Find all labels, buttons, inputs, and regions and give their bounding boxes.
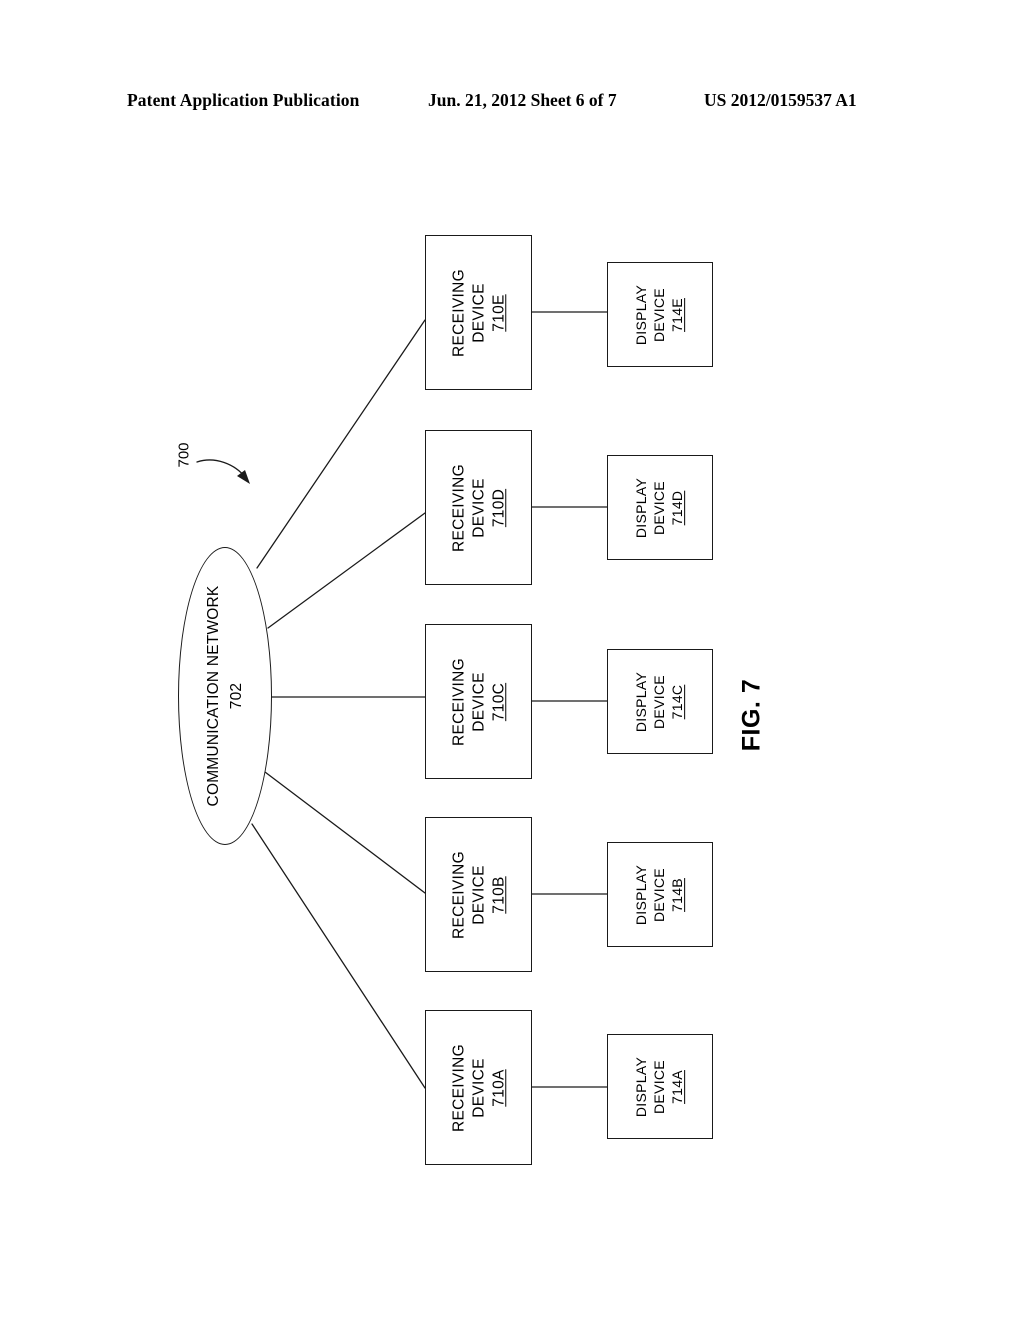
- receiving-device-710a[interactable]: RECEIVING DEVICE 710A: [425, 1010, 532, 1165]
- display-device-714a-text: DISPLAY DEVICE 714A: [633, 1056, 687, 1116]
- display-device-714b-line2: DEVICE: [651, 867, 668, 922]
- receiving-device-710c-ref: 710C: [489, 682, 507, 721]
- link-network-to-710e: [256, 319, 426, 569]
- receiving-device-710c[interactable]: RECEIVING DEVICE 710C: [425, 624, 532, 779]
- receiving-device-710b-line1: RECEIVING: [449, 850, 467, 939]
- display-device-714e-line2: DEVICE: [651, 287, 668, 342]
- display-device-714d-text: DISPLAY DEVICE 714D: [633, 477, 687, 537]
- receiving-device-710d-text: RECEIVING DEVICE 710D: [449, 464, 508, 552]
- display-device-714b-line1: DISPLAY: [633, 864, 650, 925]
- receiving-device-710d-ref: 710D: [489, 488, 507, 527]
- display-device-714c-ref: 714C: [668, 684, 685, 719]
- receiving-device-710e-text: RECEIVING DEVICE 710E: [449, 269, 508, 357]
- receiving-device-710b[interactable]: RECEIVING DEVICE 710B: [425, 817, 532, 972]
- display-device-714a-ref: 714A: [668, 1069, 685, 1104]
- system-ref-700-label: 700: [175, 442, 193, 468]
- display-device-714e-text: DISPLAY DEVICE 714E: [633, 284, 687, 344]
- receiving-device-710e[interactable]: RECEIVING DEVICE 710E: [425, 235, 532, 390]
- callout-arrowhead-700: [237, 470, 250, 484]
- display-device-714a[interactable]: DISPLAY DEVICE 714A: [607, 1034, 713, 1139]
- display-device-714c-text: DISPLAY DEVICE 714C: [633, 671, 687, 731]
- display-device-714d-ref: 714D: [668, 490, 685, 525]
- receiving-device-710b-text: RECEIVING DEVICE 710B: [449, 851, 508, 939]
- communication-network-text: COMMUNICATION NETWORK 702: [202, 586, 249, 807]
- receiving-device-710a-line1: RECEIVING: [449, 1043, 467, 1132]
- receiving-device-710a-line2: DEVICE: [469, 1057, 487, 1118]
- display-device-714a-line1: DISPLAY: [633, 1056, 650, 1117]
- figure-caption-label: FIG. 7: [737, 678, 766, 752]
- receiving-device-710d[interactable]: RECEIVING DEVICE 710D: [425, 430, 532, 585]
- figure-caption: FIG. 7: [726, 650, 778, 780]
- display-device-714c-line2: DEVICE: [651, 674, 668, 729]
- display-device-714c[interactable]: DISPLAY DEVICE 714C: [607, 649, 713, 754]
- display-device-714c-line1: DISPLAY: [633, 671, 650, 732]
- display-device-714b-ref: 714B: [668, 877, 685, 912]
- display-device-714a-line2: DEVICE: [651, 1059, 668, 1114]
- receiving-device-710e-line1: RECEIVING: [449, 268, 467, 357]
- system-ref-700: 700: [168, 432, 200, 478]
- patent-figure-page: Patent Application Publication Jun. 21, …: [0, 0, 1024, 1320]
- display-device-714e[interactable]: DISPLAY DEVICE 714E: [607, 262, 713, 367]
- receiving-device-710e-ref: 710E: [489, 293, 507, 332]
- receiving-device-710c-text: RECEIVING DEVICE 710C: [449, 658, 508, 746]
- display-device-714d-line2: DEVICE: [651, 480, 668, 535]
- callout-arrow-700: [196, 459, 247, 479]
- communication-network-label: COMMUNICATION NETWORK: [204, 585, 222, 807]
- display-device-714e-ref: 714E: [668, 297, 685, 332]
- receiving-device-710d-line1: RECEIVING: [449, 463, 467, 552]
- receiving-device-710b-ref: 710B: [489, 875, 507, 914]
- receiving-device-710c-line2: DEVICE: [469, 671, 487, 732]
- communication-network-node[interactable]: COMMUNICATION NETWORK 702: [178, 547, 272, 845]
- link-network-to-710a: [251, 823, 426, 1089]
- link-network-to-710b: [264, 771, 426, 894]
- figure-diagram: 700 COMMUNICATION NETWORK 702 RECEIVING …: [0, 0, 1024, 1320]
- display-device-714d[interactable]: DISPLAY DEVICE 714D: [607, 455, 713, 560]
- display-device-714e-line1: DISPLAY: [633, 284, 650, 345]
- receiving-device-710d-line2: DEVICE: [469, 477, 487, 538]
- receiving-device-710e-line2: DEVICE: [469, 282, 487, 343]
- display-device-714d-line1: DISPLAY: [633, 477, 650, 538]
- receiving-device-710a-ref: 710A: [489, 1068, 507, 1107]
- receiving-device-710b-line2: DEVICE: [469, 864, 487, 925]
- communication-network-ref: 702: [228, 682, 245, 710]
- receiving-device-710a-text: RECEIVING DEVICE 710A: [449, 1044, 508, 1132]
- receiving-device-710c-line1: RECEIVING: [449, 657, 467, 746]
- link-network-to-710d: [267, 512, 426, 629]
- display-device-714b[interactable]: DISPLAY DEVICE 714B: [607, 842, 713, 947]
- display-device-714b-text: DISPLAY DEVICE 714B: [633, 864, 687, 924]
